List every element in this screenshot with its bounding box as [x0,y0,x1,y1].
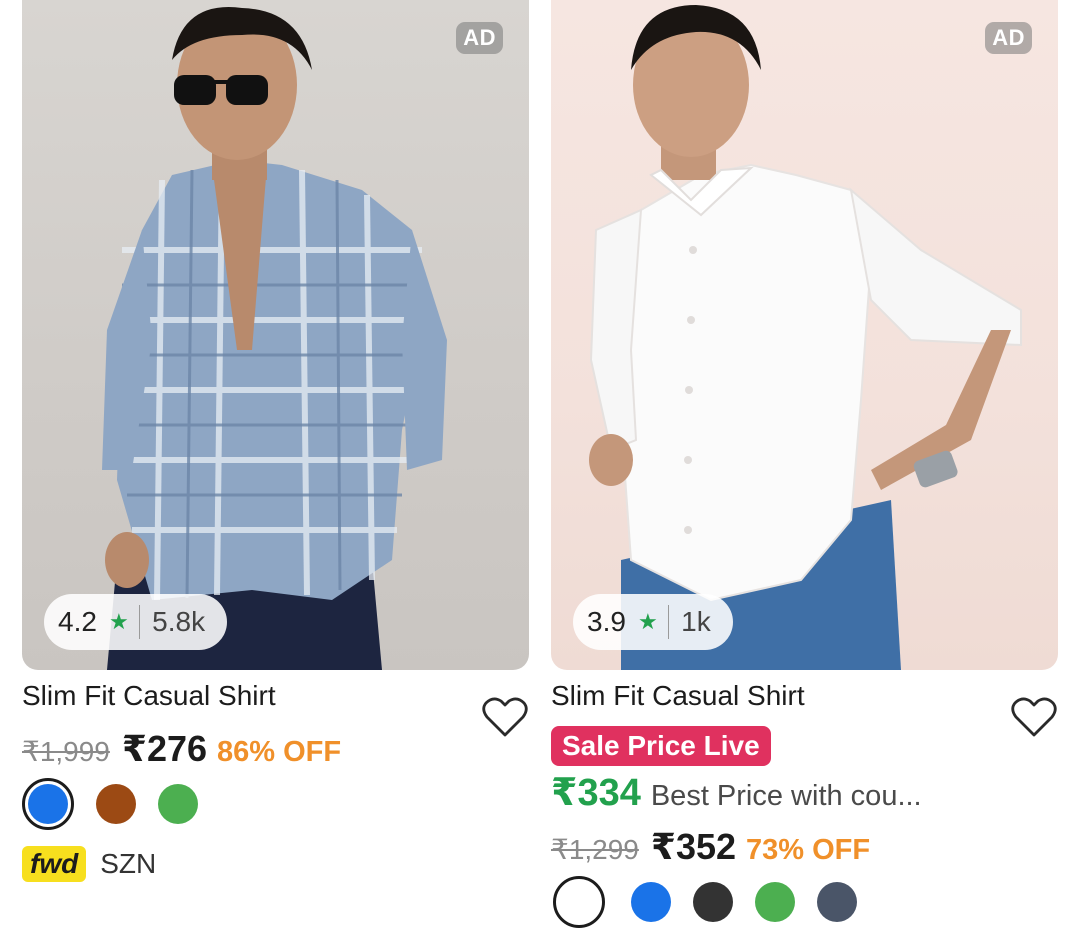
product-card-2[interactable]: AD 3.9 ★ 1k Slim Fit Casual Shirt Sale P… [551,0,1059,928]
swatch-brown[interactable] [96,784,136,824]
product-image[interactable]: AD 3.9 ★ 1k [551,0,1058,670]
color-swatches [22,778,220,830]
rating-count: 5.8k [152,606,206,637]
swatch-partial-dark[interactable] [693,882,733,922]
mrp-price: ₹1,999 [22,736,110,767]
product-card-1[interactable]: AD 4.2 ★ 5.8k Slim Fit Casual Shirt ₹1,9… [22,0,530,888]
heart-icon[interactable] [481,695,529,739]
brand-name: SZN [100,848,157,879]
fwd-logo: fwd [22,846,87,882]
swatch-partial-selected[interactable] [553,876,605,928]
heart-icon[interactable] [1010,695,1058,739]
swatch-partial-green[interactable] [755,882,795,922]
divider [138,605,141,639]
swatch-green[interactable] [158,784,198,824]
selling-price: ₹276 [121,728,208,769]
ad-badge: AD [456,22,503,54]
price-row: ₹1,999 ₹276 86% OFF [22,728,341,770]
discount-label: 86% OFF [217,736,342,768]
swatch-partial-blue[interactable] [631,882,671,922]
product-photo-checked-shirt [102,7,447,670]
discount-label: 73% OFF [746,834,871,866]
rating-pill: 3.9 ★ 1k [573,594,733,650]
swatch-partial-slate[interactable] [817,882,857,922]
swatch-blue-selected[interactable] [22,778,74,830]
selling-price: ₹352 [650,826,737,867]
rating-value: 4.2 [58,606,97,637]
ad-badge: AD [985,22,1032,54]
coupon-price-row: ₹334 Best Price with cou... [551,770,922,815]
rating-value: 3.9 [587,606,626,637]
sale-price-live-badge: Sale Price Live [551,726,771,766]
price-row: ₹1,299 ₹352 73% OFF [551,826,870,868]
product-title[interactable]: Slim Fit Casual Shirt [22,680,276,712]
rating-pill: 4.2 ★ 5.8k [44,594,228,650]
star-icon: ★ [637,609,658,634]
brand-row: fwd SZN [22,846,156,882]
product-photo-white-shirt [589,5,1022,670]
best-price-text: Best Price with cou... [650,780,922,812]
star-icon: ★ [108,609,129,634]
best-price: ₹334 [551,772,641,814]
product-image[interactable]: AD 4.2 ★ 5.8k [22,0,529,670]
rating-count: 1k [681,606,711,637]
mrp-price: ₹1,299 [551,834,639,865]
divider [667,605,670,639]
product-title[interactable]: Slim Fit Casual Shirt [551,680,805,712]
